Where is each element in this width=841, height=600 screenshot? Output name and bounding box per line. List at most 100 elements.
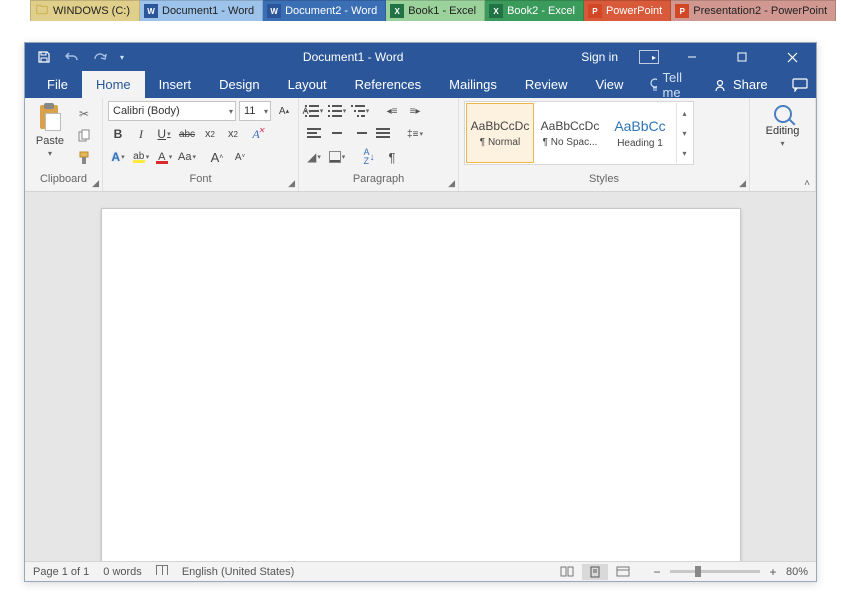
taskbar-tab-book1[interactable]: X Book1 - Excel [386,0,485,21]
align-left-button[interactable] [304,124,324,144]
undo-button[interactable] [59,47,85,67]
taskbar-tab-document2[interactable]: W Document2 - Word [263,0,386,21]
taskbar-tab-powerpoint[interactable]: P PowerPoint [584,0,671,21]
zoom-level[interactable]: 80% [786,566,808,578]
redo-button[interactable] [87,47,113,67]
tab-review[interactable]: Review [511,71,582,98]
ribbon-display-options[interactable] [634,43,664,71]
comment-icon [792,78,808,92]
line-spacing-icon: ‡≡ [407,129,418,140]
dialog-launcher[interactable]: ◢ [448,178,455,189]
font-name-combo[interactable]: Calibri (Body)▾ [108,101,236,121]
qat-customize-button[interactable]: ▾ [115,47,129,67]
tab-design[interactable]: Design [205,71,273,98]
strikethrough-button[interactable]: abc [177,124,197,144]
bullets-button[interactable]: ▾ [304,101,324,121]
word-count[interactable]: 0 words [103,566,142,578]
zoom-slider[interactable] [670,570,760,573]
multilevel-list-button[interactable]: ▾ [350,101,370,121]
read-icon [560,566,574,577]
zoom-in-button[interactable]: + [766,565,780,579]
align-center-button[interactable] [327,124,347,144]
numbering-button[interactable]: ▾ [327,101,347,121]
taskbar-tab-presentation2[interactable]: P Presentation2 - PowerPoint [671,0,836,21]
tab-label: Book1 - Excel [408,5,476,17]
font-size-combo[interactable]: 11▾ [239,101,271,121]
underline-button[interactable]: U▾ [154,124,174,144]
paste-button[interactable]: Paste ▾ [30,101,70,169]
grow-font-button[interactable]: A▴ [274,101,294,121]
tab-insert[interactable]: Insert [145,71,206,98]
group-clipboard: Paste ▾ ✂ Clipboard◢ [25,98,103,191]
dialog-launcher[interactable]: ◢ [288,178,295,189]
powerpoint-icon: P [588,4,602,18]
style-heading1[interactable]: AaBbCc Heading 1 [606,103,674,163]
numbering-icon [328,105,342,118]
style-normal[interactable]: AaBbCcDc ¶ Normal [466,103,534,163]
taskbar-tab-document1[interactable]: W Document1 - Word [140,0,263,21]
tab-label: Book2 - Excel [507,5,575,17]
align-left-icon [307,128,321,140]
clear-formatting-button[interactable]: A✕ [246,124,266,144]
tab-layout[interactable]: Layout [274,71,341,98]
decrease-indent-button[interactable]: ◂≡ [382,101,402,121]
document-page[interactable] [101,208,741,561]
ribbon-tabs: File Home Insert Design Layout Reference… [25,71,816,98]
italic-button[interactable]: I [131,124,151,144]
change-case-button[interactable]: Aa▾ [177,147,197,167]
taskbar-tab-book2[interactable]: X Book2 - Excel [485,0,584,21]
dialog-launcher[interactable]: ◢ [92,178,99,189]
justify-button[interactable] [373,124,393,144]
bold-button[interactable]: B [108,124,128,144]
increase-indent-button[interactable]: ≡▸ [405,101,425,121]
share-button[interactable]: Share [699,71,782,98]
editing-label: Editing [766,125,800,137]
style-no-spacing[interactable]: AaBbCcDc ¶ No Spac... [536,103,604,163]
share-icon [713,78,727,92]
editing-button[interactable]: Editing ▾ [756,101,810,151]
tab-file[interactable]: File [33,71,82,98]
collapse-ribbon-button[interactable]: ˄ [804,178,810,189]
page-indicator[interactable]: Page 1 of 1 [33,566,89,578]
minimize-button[interactable] [670,43,714,71]
align-right-button[interactable] [350,124,370,144]
tab-label: Document2 - Word [285,5,377,17]
borders-button[interactable]: ▾ [327,147,347,167]
zoom-out-button[interactable]: − [650,565,664,579]
superscript-button[interactable]: x2 [223,124,243,144]
sign-in-link[interactable]: Sign in [571,50,628,64]
comments-button[interactable] [782,71,818,98]
read-mode-button[interactable] [554,564,580,580]
word-icon: W [267,4,281,18]
tab-mailings[interactable]: Mailings [435,71,511,98]
close-button[interactable] [770,43,814,71]
taskbar-tab-explorer[interactable]: 🗀 WINDOWS (C:) [30,0,140,21]
tab-references[interactable]: References [341,71,435,98]
grow-font-alt-button[interactable]: A˄ [207,147,227,167]
tab-view[interactable]: View [581,71,637,98]
shading-button[interactable]: ◢▾ [304,147,324,167]
tell-me-search[interactable]: Tell me [637,71,699,98]
text-effects-button[interactable]: A▾ [108,147,128,167]
save-button[interactable] [31,47,57,67]
font-color-button[interactable]: A▾ [154,147,174,167]
language-indicator[interactable]: English (United States) [182,566,295,578]
format-painter-button[interactable] [72,149,96,167]
dialog-launcher[interactable]: ◢ [739,178,746,189]
show-marks-button[interactable]: ¶ [382,147,402,167]
style-name: ¶ Normal [480,137,520,148]
web-layout-button[interactable] [610,564,636,580]
copy-button[interactable] [72,127,96,145]
excel-icon: X [489,4,503,18]
maximize-button[interactable] [720,43,764,71]
tab-home[interactable]: Home [82,71,145,98]
styles-more[interactable]: ▴▾▾ [676,103,692,163]
sort-button[interactable]: AZ↓ [359,147,379,167]
cut-button[interactable]: ✂ [72,105,96,123]
print-layout-button[interactable] [582,564,608,580]
line-spacing-button[interactable]: ‡≡▾ [405,124,425,144]
subscript-button[interactable]: x2 [200,124,220,144]
highlight-button[interactable]: ab▾ [131,147,151,167]
spellcheck-button[interactable] [156,565,168,578]
shrink-font-alt-button[interactable]: A˅ [230,147,250,167]
